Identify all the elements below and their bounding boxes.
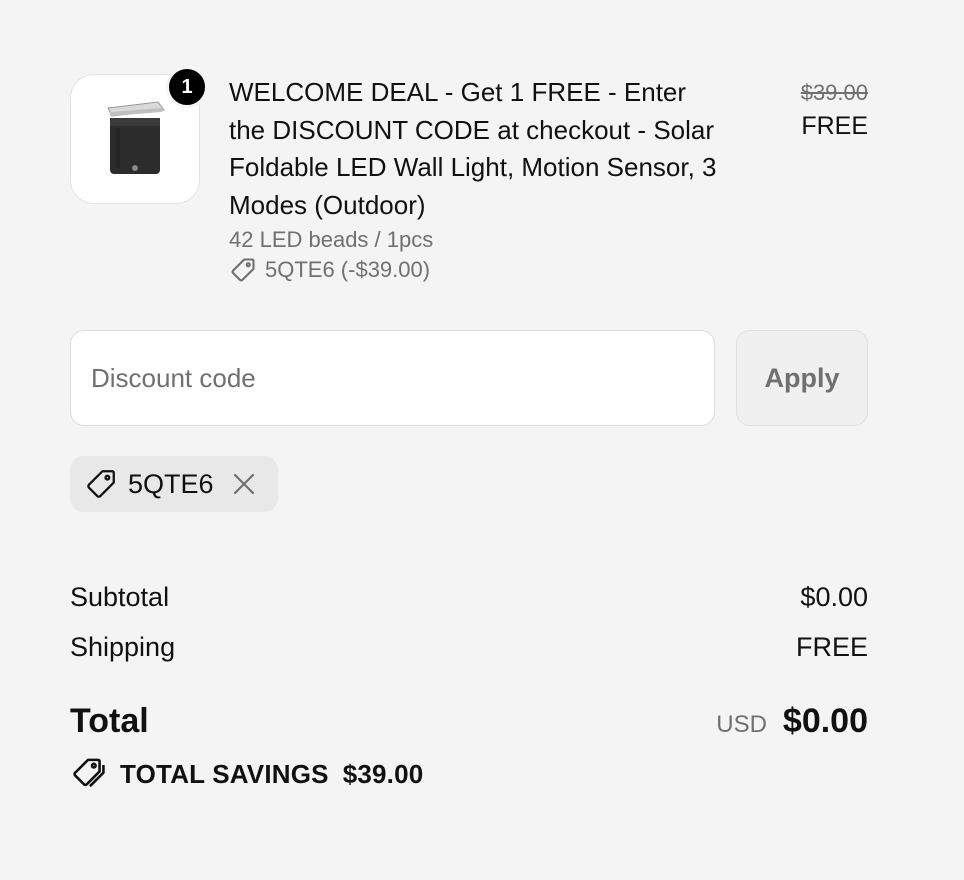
total-savings-label: TOTAL SAVINGS — [120, 758, 329, 789]
product-variant: 42 LED beads / 1pcs — [229, 227, 434, 252]
close-icon[interactable] — [232, 472, 256, 496]
tags-icon — [73, 758, 105, 788]
final-price: FREE — [801, 112, 868, 140]
product-title: WELCOME DEAL - Get 1 FREE - Enter the DI… — [229, 77, 717, 220]
product-image — [107, 101, 165, 174]
subtotal-value: $0.00 — [800, 582, 868, 612]
shipping-label: Shipping — [70, 632, 176, 662]
apply-button[interactable]: Apply — [736, 330, 868, 426]
tag-icon — [87, 470, 115, 498]
line-item-prices: $39.00 FREE — [801, 78, 868, 144]
total-row: Total USD $0.00 — [70, 702, 868, 741]
shipping-value: FREE — [795, 632, 868, 662]
subtotal-label: Subtotal — [70, 582, 170, 612]
total-value: $0.00 — [782, 702, 868, 740]
total-label: Total — [70, 702, 149, 740]
line-item-discount: 5QTE6 (-$39.00) — [229, 255, 729, 285]
discount-code-input[interactable] — [70, 330, 715, 426]
currency-code: USD — [716, 711, 767, 738]
order-summary: 1 WELCOME DEAL - Get 1 FREE - Enter the … — [70, 0, 868, 880]
remove-discount-button[interactable] — [232, 472, 256, 496]
line-item-details: WELCOME DEAL - Get 1 FREE - Enter the DI… — [229, 74, 729, 285]
shipping-row: Shipping FREE — [70, 632, 868, 663]
total-savings-value: $39.00 — [342, 758, 424, 789]
applied-discount-chip: 5QTE6 — [70, 456, 278, 512]
original-price: $39.00 — [800, 80, 868, 105]
line-item: 1 WELCOME DEAL - Get 1 FREE - Enter the … — [70, 66, 868, 294]
applied-discount-code: 5QTE6 — [128, 468, 214, 499]
subtotal-row: Subtotal $0.00 — [70, 582, 868, 613]
total-value-group: USD $0.00 — [716, 702, 868, 741]
tag-icon — [231, 258, 255, 282]
line-item-discount-label: 5QTE6 (-$39.00) — [265, 257, 431, 282]
total-savings: TOTAL SAVINGS $39.00 — [70, 757, 423, 791]
quantity-badge: 1 — [166, 66, 208, 108]
